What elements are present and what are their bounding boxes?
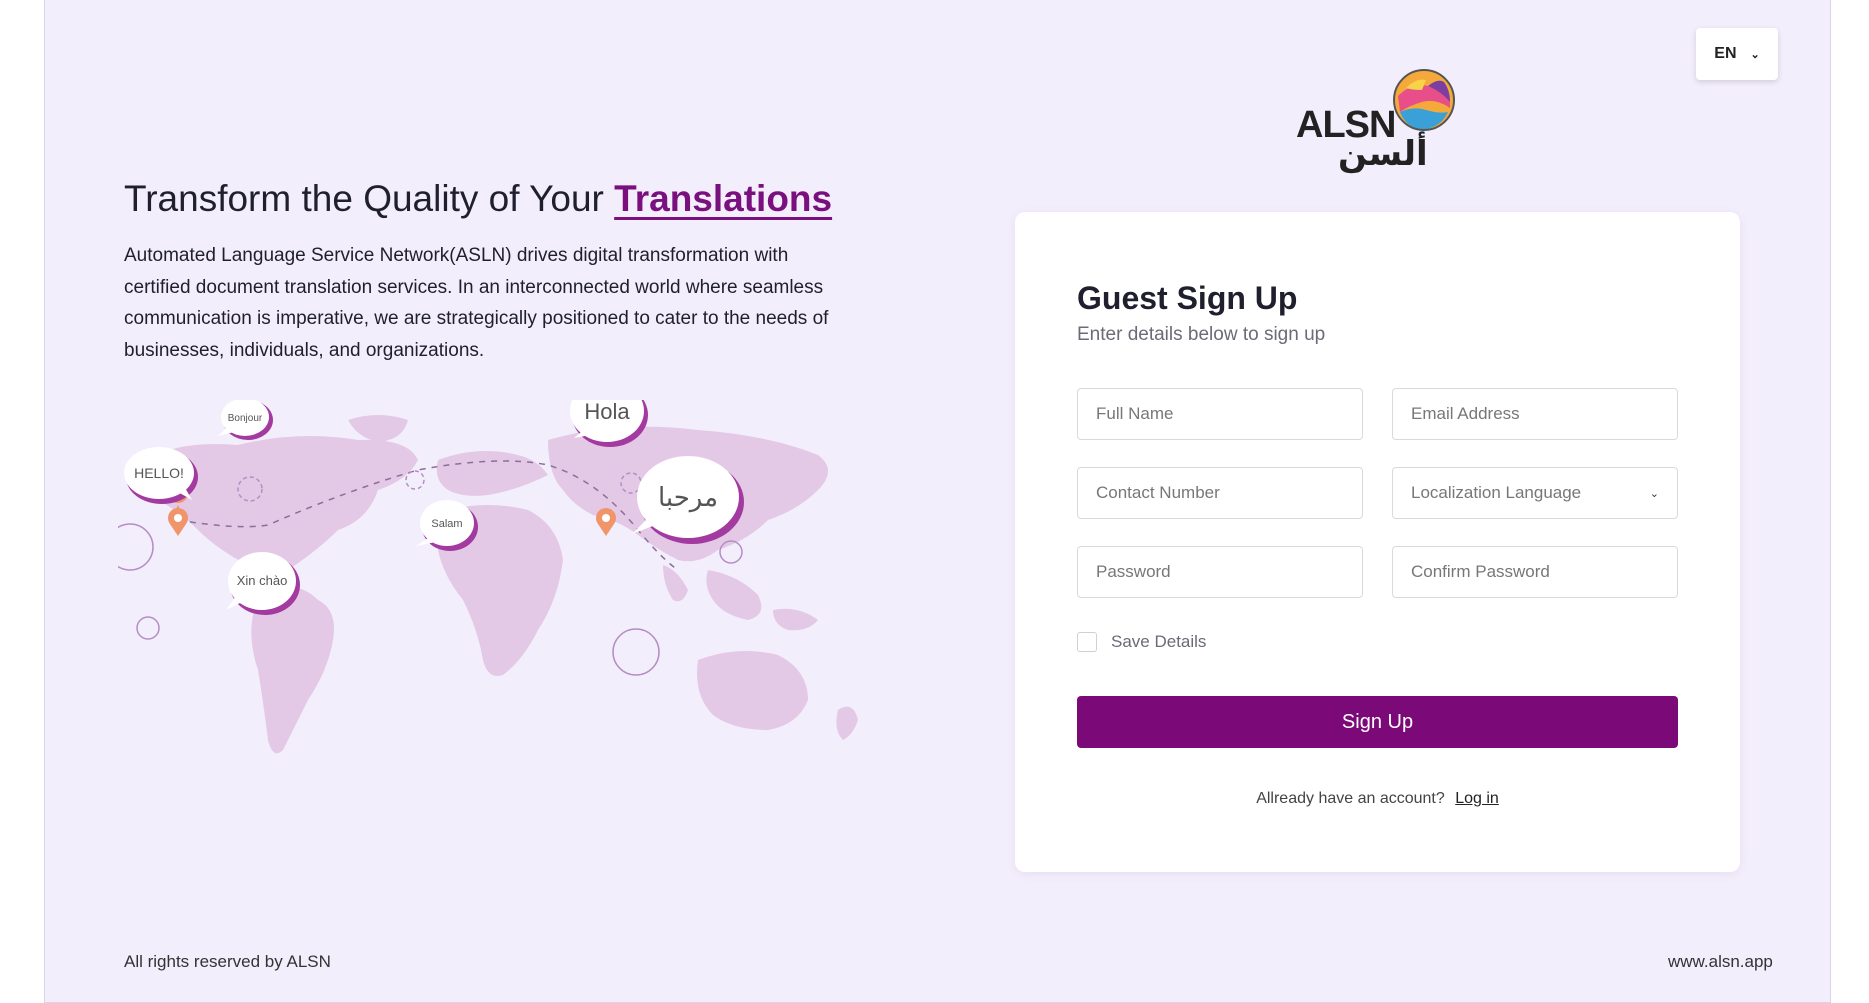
bubble-xin-chao: Xin chào (237, 573, 288, 588)
full-name-input[interactable]: Full Name (1077, 388, 1363, 440)
hero-headline-prefix: Transform the Quality of Your (124, 178, 615, 219)
globe-icon (1393, 69, 1455, 131)
localization-language-placeholder: Localization Language (1411, 483, 1582, 502)
language-label: EN (1714, 45, 1737, 62)
chevron-down-icon: ⌄ (1750, 48, 1760, 61)
footer-copyright: All rights reserved by ALSN (124, 952, 331, 971)
login-prompt-text: Allready have an account? (1256, 790, 1445, 807)
password-input[interactable]: Password (1077, 546, 1363, 598)
logo: ALSN ألسن (1296, 68, 1466, 174)
language-selector[interactable]: EN ⌄ (1696, 28, 1778, 80)
confirm-password-placeholder: Confirm Password (1411, 562, 1550, 581)
contact-number-input[interactable]: Contact Number (1077, 467, 1363, 519)
full-name-placeholder: Full Name (1096, 404, 1174, 423)
confirm-password-input[interactable]: Confirm Password (1392, 546, 1678, 598)
password-placeholder: Password (1096, 562, 1171, 581)
logo-arabic-text: ألسن (1338, 134, 1428, 174)
checkbox-box[interactable] (1077, 632, 1097, 652)
email-input[interactable]: Email Address (1392, 388, 1678, 440)
login-link[interactable]: Log in (1455, 790, 1499, 807)
bubble-hola: Hola (584, 400, 630, 424)
bubble-hello: HELLO! (134, 465, 184, 481)
email-placeholder: Email Address (1411, 404, 1520, 423)
bubble-salam: Salam (431, 518, 462, 530)
signup-title: Guest Sign Up (1077, 280, 1298, 316)
chevron-down-icon: ⌄ (1649, 487, 1659, 500)
hero-description: Automated Language Service Network(ASLN)… (124, 245, 829, 361)
signup-card: Guest Sign Up Enter details below to sig… (1015, 212, 1740, 872)
localization-language-select[interactable]: Localization Language ⌄ (1392, 467, 1678, 519)
save-details-label: Save Details (1111, 632, 1207, 651)
contact-number-placeholder: Contact Number (1096, 483, 1220, 502)
footer-website-link[interactable]: www.alsn.app (1668, 952, 1773, 972)
signup-subtitle: Enter details below to sign up (1077, 324, 1326, 345)
hero-headline: Transform the Quality of Your Translatio… (124, 178, 832, 220)
save-details-checkbox[interactable]: Save Details (1077, 632, 1206, 652)
sign-up-button[interactable]: Sign Up (1077, 696, 1678, 748)
login-prompt-row: Allready have an account? Log in (1015, 790, 1740, 808)
bubble-marhaba: مرحبا (658, 483, 718, 513)
world-map-illustration: Bonjour Hola HELLO! مرحبا Salam Xin chào (118, 400, 858, 754)
hero-headline-highlight: Translations (614, 178, 833, 219)
bubble-bonjour: Bonjour (228, 413, 263, 424)
